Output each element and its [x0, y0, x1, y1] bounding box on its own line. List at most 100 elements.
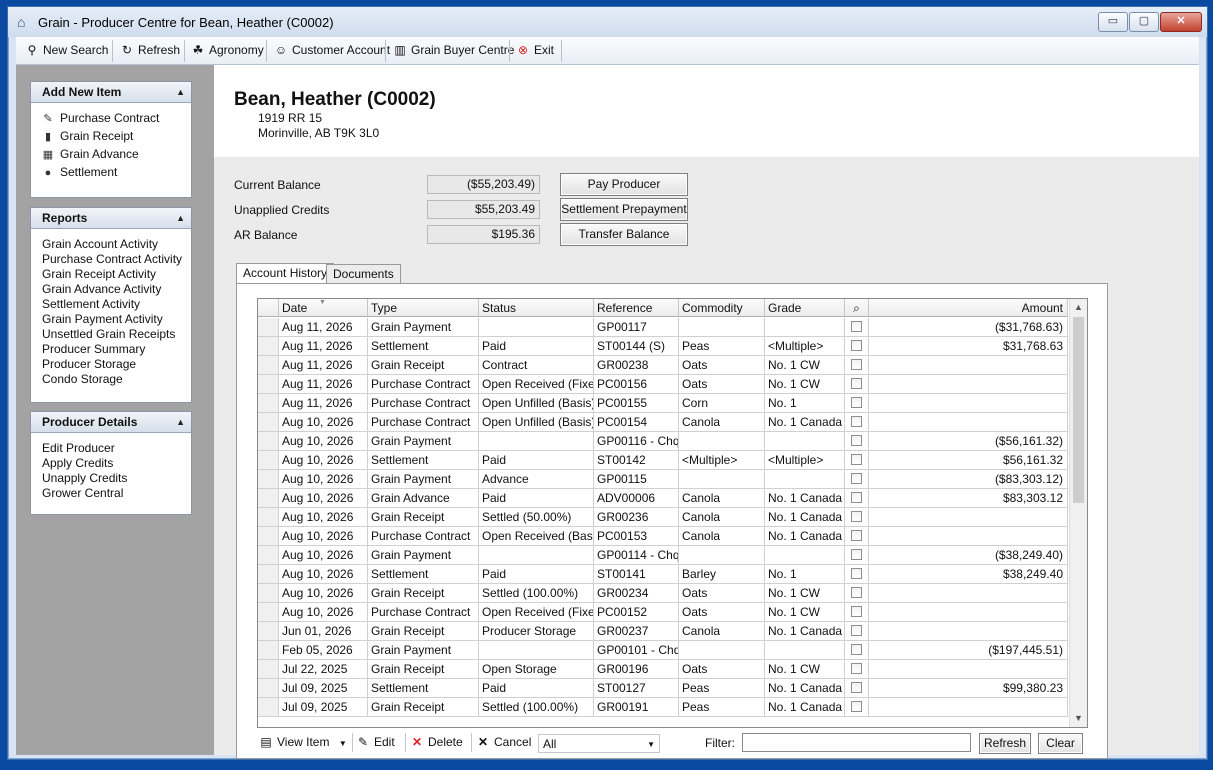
add-grain-advance-link[interactable]: ▦ Grain Advance: [31, 145, 191, 163]
table-row[interactable]: Aug 10, 2026 Grain Receipt Settled (100.00…: [258, 584, 1068, 603]
report-link[interactable]: Producer Storage: [31, 357, 191, 372]
agronomy-button[interactable]: ☘ Agronomy: [188, 40, 264, 61]
minimize-button[interactable]: ▭: [1098, 12, 1128, 32]
row-selector[interactable]: [258, 337, 279, 356]
row-selector[interactable]: [258, 660, 279, 679]
producer-details-header[interactable]: Producer Details ▲: [31, 412, 191, 433]
table-row[interactable]: Aug 10, 2026 Settlement Paid ST00141 Barley N…: [258, 565, 1068, 584]
report-link[interactable]: Grain Advance Activity: [31, 282, 191, 297]
row-selector[interactable]: [258, 451, 279, 470]
row-selector[interactable]: [258, 356, 279, 375]
attachment-checkbox[interactable]: [851, 625, 862, 636]
view-item-button[interactable]: ▤ View Item ▼: [259, 733, 347, 751]
report-link[interactable]: Settlement Activity: [31, 297, 191, 312]
row-selector[interactable]: [258, 318, 279, 337]
row-selector[interactable]: [258, 432, 279, 451]
row-selector[interactable]: [258, 527, 279, 546]
attachment-checkbox[interactable]: [851, 663, 862, 674]
collapse-caret-icon[interactable]: ▲: [176, 82, 185, 102]
column-header-date[interactable]: Date ▼: [279, 299, 368, 317]
refresh-button[interactable]: ↻ Refresh: [117, 40, 180, 61]
table-row[interactable]: Jul 22, 2025 Grain Receipt Open Storage GR0…: [258, 660, 1068, 679]
grower-central-link[interactable]: Grower Central: [31, 486, 191, 501]
table-row[interactable]: Aug 10, 2026 Grain Advance Paid ADV00006 Can…: [258, 489, 1068, 508]
table-row[interactable]: Jul 09, 2025 Settlement Paid ST00127 Peas No.…: [258, 679, 1068, 698]
row-selector[interactable]: [258, 413, 279, 432]
row-selector[interactable]: [258, 508, 279, 527]
attachment-checkbox[interactable]: [851, 549, 862, 560]
table-row[interactable]: Aug 11, 2026 Settlement Paid ST00144 (S) Pea…: [258, 337, 1068, 356]
scroll-up-icon[interactable]: ▲: [1070, 299, 1087, 316]
attachment-checkbox[interactable]: [851, 435, 862, 446]
customer-account-button[interactable]: ☺ Customer Account: [271, 40, 390, 61]
row-selector[interactable]: [258, 679, 279, 698]
row-selector[interactable]: [258, 584, 279, 603]
settlement-prepayment-button[interactable]: Settlement Prepayment: [560, 198, 688, 221]
row-selector[interactable]: [258, 565, 279, 584]
table-row[interactable]: Jul 09, 2025 Grain Receipt Settled (100.00…: [258, 698, 1068, 717]
attachment-checkbox[interactable]: [851, 644, 862, 655]
attachment-checkbox[interactable]: [851, 701, 862, 712]
edit-button[interactable]: ✎ Edit: [356, 733, 395, 751]
row-selector[interactable]: [258, 546, 279, 565]
attachment-checkbox[interactable]: [851, 454, 862, 465]
attachment-checkbox[interactable]: [851, 511, 862, 522]
apply-credits-link[interactable]: Apply Credits: [31, 456, 191, 471]
transfer-balance-button[interactable]: Transfer Balance: [560, 223, 688, 246]
attachment-checkbox[interactable]: [851, 568, 862, 579]
report-link[interactable]: Producer Summary: [31, 342, 191, 357]
row-selector[interactable]: [258, 375, 279, 394]
row-selector[interactable]: [258, 622, 279, 641]
close-button[interactable]: ✕: [1160, 12, 1202, 32]
new-search-button[interactable]: ⚲ New Search: [22, 40, 109, 61]
collapse-caret-icon[interactable]: ▲: [176, 412, 185, 432]
report-link[interactable]: Unsettled Grain Receipts: [31, 327, 191, 342]
table-row[interactable]: Jun 01, 2026 Grain Receipt Producer Storag…: [258, 622, 1068, 641]
row-selector[interactable]: [258, 489, 279, 508]
table-row[interactable]: Aug 11, 2026 Grain Payment GP00117 ($31,768…: [258, 318, 1068, 337]
filter-input[interactable]: [742, 733, 971, 752]
column-header-commodity[interactable]: Commodity: [679, 299, 765, 317]
row-selector[interactable]: [258, 470, 279, 489]
table-row[interactable]: Aug 10, 2026 Purchase Contract Open Unfill…: [258, 413, 1068, 432]
maximize-button[interactable]: ▢: [1129, 12, 1159, 32]
reports-header[interactable]: Reports ▲: [31, 208, 191, 229]
attachment-checkbox[interactable]: [851, 587, 862, 598]
grid-vertical-scrollbar[interactable]: ▲ ▼: [1069, 299, 1087, 727]
table-row[interactable]: Aug 10, 2026 Settlement Paid ST00142 <Multip…: [258, 451, 1068, 470]
row-selector[interactable]: [258, 394, 279, 413]
edit-producer-link[interactable]: Edit Producer: [31, 441, 191, 456]
attachment-checkbox[interactable]: [851, 416, 862, 427]
grid-refresh-button[interactable]: Refresh: [979, 733, 1031, 754]
report-link[interactable]: Condo Storage: [31, 372, 191, 387]
row-selector[interactable]: [258, 603, 279, 622]
attachment-checkbox[interactable]: [851, 397, 862, 408]
column-header-grade[interactable]: Grade: [765, 299, 845, 317]
attachment-checkbox[interactable]: [851, 606, 862, 617]
table-row[interactable]: Aug 10, 2026 Purchase Contract Open Receiv…: [258, 603, 1068, 622]
table-row[interactable]: Aug 10, 2026 Grain Payment GP00114 - Chq# (…: [258, 546, 1068, 565]
tab-documents[interactable]: Documents: [326, 264, 401, 284]
attachment-checkbox[interactable]: [851, 530, 862, 541]
row-selector[interactable]: [258, 698, 279, 717]
report-link[interactable]: Grain Account Activity: [31, 237, 191, 252]
column-header-attachment[interactable]: ⌕: [845, 299, 869, 317]
column-header-reference[interactable]: Reference: [594, 299, 679, 317]
add-settlement-link[interactable]: ● Settlement: [31, 163, 191, 181]
chevron-down-icon[interactable]: ▼: [339, 739, 347, 748]
exit-button[interactable]: ⊗ Exit: [513, 40, 554, 61]
delete-button[interactable]: ✕ Delete: [410, 733, 463, 751]
collapse-caret-icon[interactable]: ▲: [176, 208, 185, 228]
pay-producer-button[interactable]: Pay Producer: [560, 173, 688, 196]
cancel-button[interactable]: ✕ Cancel: [476, 733, 531, 751]
table-row[interactable]: Aug 10, 2026 Grain Payment Advance GP00115 (…: [258, 470, 1068, 489]
filter-type-select[interactable]: All ▼: [538, 734, 660, 753]
attachment-checkbox[interactable]: [851, 378, 862, 389]
attachment-checkbox[interactable]: [851, 359, 862, 370]
table-row[interactable]: Aug 11, 2026 Purchase Contract Open Unfill…: [258, 394, 1068, 413]
report-link[interactable]: Grain Receipt Activity: [31, 267, 191, 282]
scroll-down-icon[interactable]: ▼: [1070, 710, 1087, 727]
add-new-item-header[interactable]: Add New Item ▲: [31, 82, 191, 103]
attachment-checkbox[interactable]: [851, 492, 862, 503]
attachment-checkbox[interactable]: [851, 682, 862, 693]
